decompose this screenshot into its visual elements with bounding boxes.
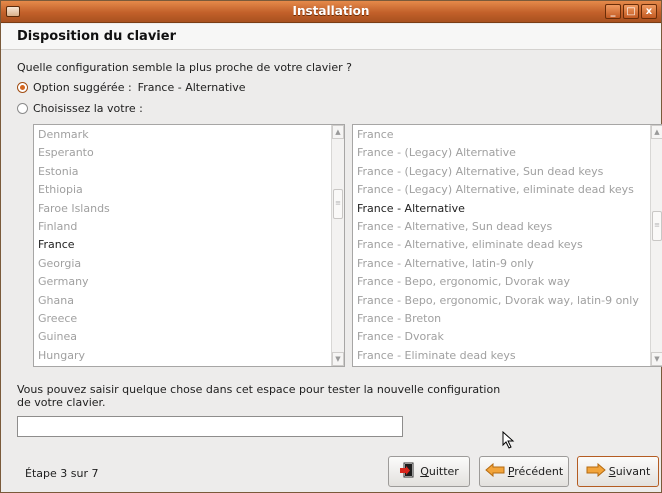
- previous-button[interactable]: Précédent: [479, 456, 569, 487]
- variant-list[interactable]: France France - (Legacy) Alternative Franc…: [352, 124, 662, 367]
- scroll-down-icon[interactable]: ▼: [332, 352, 344, 366]
- exit-door-icon: [399, 461, 417, 482]
- minimize-button[interactable]: _: [605, 4, 621, 19]
- variant-item[interactable]: France: [353, 126, 662, 144]
- choose-option-radio[interactable]: Choisissez la votre :: [17, 102, 143, 115]
- window-controls: _ □ x: [605, 4, 657, 19]
- variant-item[interactable]: France - Bepo, ergonomic, Dvorak way, la…: [353, 292, 662, 310]
- installer-window: Installation _ □ x Disposition du clavie…: [0, 0, 662, 493]
- variant-list-items: France France - (Legacy) Alternative Franc…: [353, 125, 662, 365]
- radio-unchecked-icon: [17, 103, 28, 114]
- country-item[interactable]: Esperanto: [34, 144, 344, 162]
- country-item[interactable]: Ethiopia: [34, 181, 344, 199]
- choose-option-label: Choisissez la votre :: [33, 102, 143, 115]
- close-button[interactable]: x: [641, 4, 657, 19]
- country-item[interactable]: Georgia: [34, 255, 344, 273]
- variant-item[interactable]: France - Alternative: [353, 200, 662, 218]
- suggested-option-value: France - Alternative: [137, 81, 246, 94]
- suggested-option-radio[interactable]: Option suggérée : France - Alternative: [17, 81, 246, 94]
- variant-item[interactable]: France - Bepo, ergonomic, Dvorak way: [353, 273, 662, 291]
- window-title: Installation: [292, 4, 370, 18]
- country-item[interactable]: Denmark: [34, 126, 344, 144]
- scroll-thumb[interactable]: ≡: [333, 189, 343, 219]
- country-item[interactable]: Hungary: [34, 347, 344, 365]
- scroll-up-icon[interactable]: ▲: [332, 125, 344, 139]
- variant-item[interactable]: France - Alternative, eliminate dead key…: [353, 236, 662, 254]
- variant-item[interactable]: France - (Legacy) Alternative: [353, 144, 662, 162]
- arrow-right-icon: [586, 462, 606, 480]
- variant-item[interactable]: France - Eliminate dead keys: [353, 347, 662, 365]
- suggested-option-label: Option suggérée :: [33, 81, 132, 94]
- scroll-down-icon[interactable]: ▼: [651, 352, 662, 366]
- country-list-items: Denmark Esperanto Estonia Ethiopia Faroe Isl…: [34, 125, 344, 365]
- scroll-thumb[interactable]: ≡: [652, 211, 662, 241]
- step-indicator: Étape 3 sur 7: [25, 467, 99, 480]
- next-label: Suivant: [608, 465, 651, 478]
- country-item[interactable]: Ghana: [34, 292, 344, 310]
- country-item[interactable]: Germany: [34, 273, 344, 291]
- country-item[interactable]: Finland: [34, 218, 344, 236]
- country-item[interactable]: Faroe Islands: [34, 200, 344, 218]
- next-button[interactable]: Suivant: [577, 456, 659, 487]
- country-scrollbar[interactable]: ▲ ≡ ▼: [331, 125, 344, 366]
- keyboard-test-input[interactable]: [17, 416, 403, 437]
- variant-item[interactable]: France - Alternative, Sun dead keys: [353, 218, 662, 236]
- country-item[interactable]: Estonia: [34, 163, 344, 181]
- page-header: Disposition du clavier: [1, 24, 661, 50]
- scroll-up-icon[interactable]: ▲: [651, 125, 662, 139]
- quit-button[interactable]: Quitter: [388, 456, 470, 487]
- variant-item[interactable]: France - Breton: [353, 310, 662, 328]
- country-item[interactable]: Greece: [34, 310, 344, 328]
- arrow-left-icon: [485, 462, 505, 480]
- country-item[interactable]: Guinea: [34, 328, 344, 346]
- country-item[interactable]: France: [34, 236, 344, 254]
- variant-item[interactable]: France - (Legacy) Alternative, Sun dead …: [353, 163, 662, 181]
- question-label: Quelle configuration semble la plus proc…: [17, 61, 352, 74]
- page-title: Disposition du clavier: [17, 29, 176, 44]
- titlebar[interactable]: Installation _ □ x: [1, 1, 661, 23]
- previous-label: Précédent: [507, 465, 564, 478]
- test-hint: Vous pouvez saisir quelque chose dans ce…: [17, 383, 501, 409]
- country-list[interactable]: Denmark Esperanto Estonia Ethiopia Faroe Isl…: [33, 124, 345, 367]
- maximize-button[interactable]: □: [623, 4, 639, 19]
- variant-item[interactable]: France - Dvorak: [353, 328, 662, 346]
- variant-scrollbar[interactable]: ▲ ≡ ▼: [650, 125, 662, 366]
- radio-checked-icon: [17, 82, 28, 93]
- variant-item[interactable]: France - (Legacy) Alternative, eliminate…: [353, 181, 662, 199]
- variant-item[interactable]: France - Alternative, latin-9 only: [353, 255, 662, 273]
- mouse-pointer-icon: [502, 430, 516, 449]
- quit-label: Quitter: [420, 465, 459, 478]
